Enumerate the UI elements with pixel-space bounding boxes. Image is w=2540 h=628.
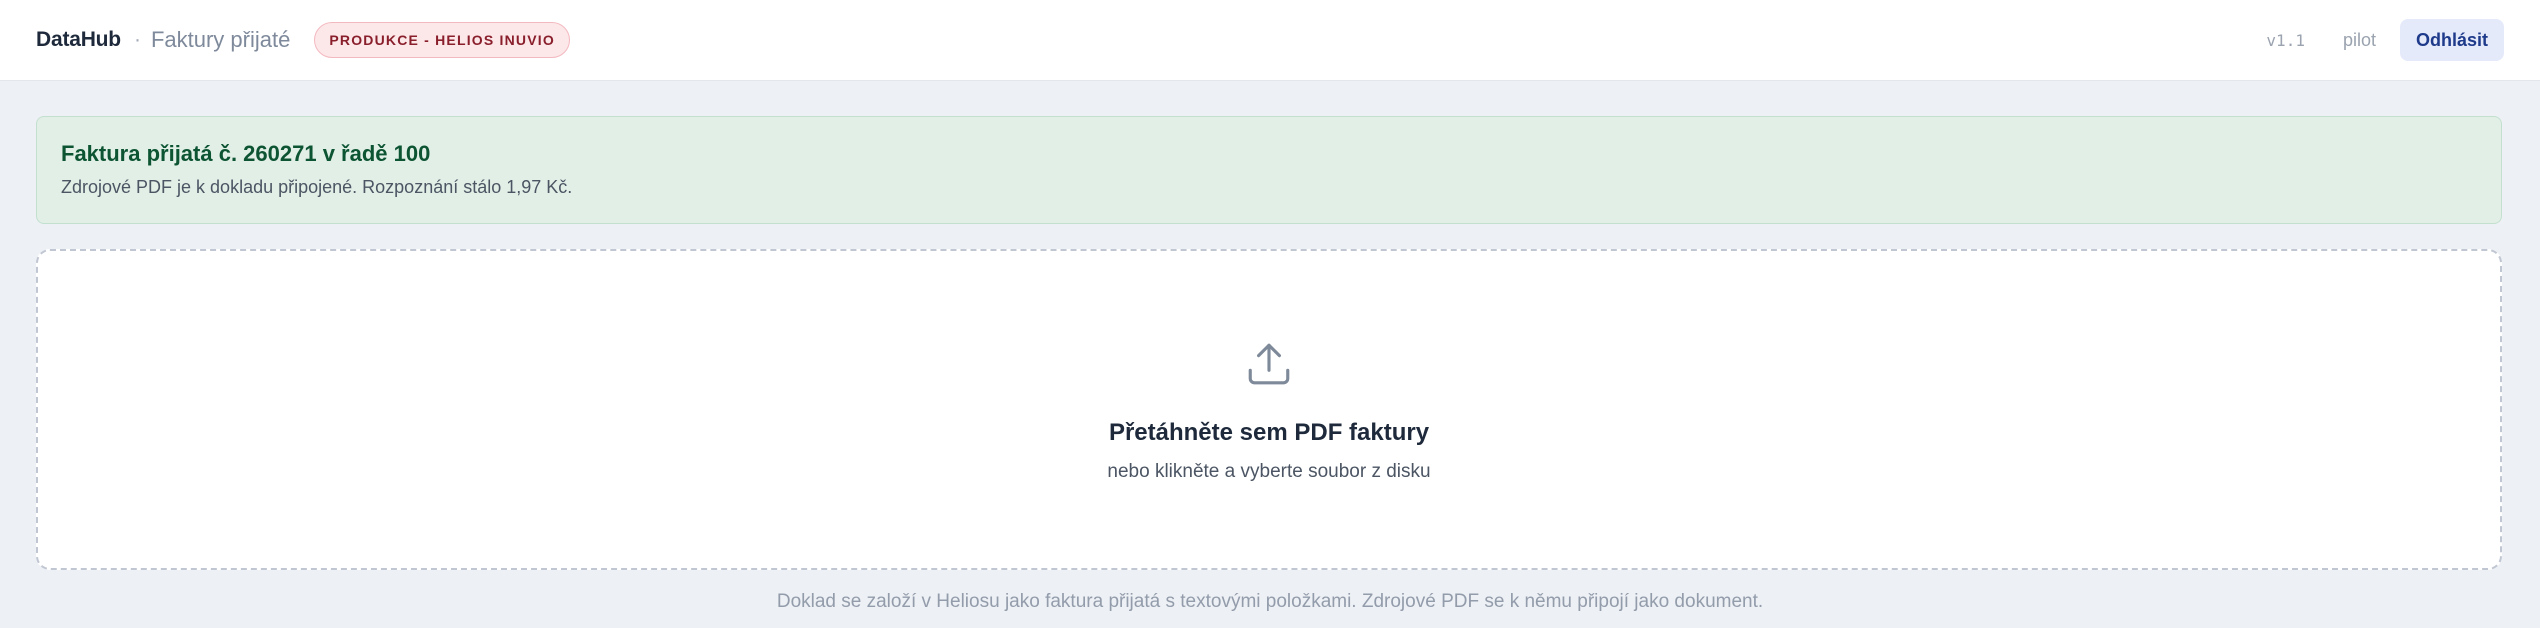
page-section-title: Faktury přijaté — [150, 27, 291, 52]
username-label: pilot — [2342, 29, 2376, 50]
app-brand[interactable]: DataHub — [36, 28, 121, 52]
top-bar: DataHub · Faktury přijaté PRODUKCE - HEL… — [0, 0, 2540, 81]
dropzone-subtitle: nebo klikněte a vyberte soubor z disku — [1107, 461, 1431, 482]
success-title: Faktura přijatá č. 260271 v řadě 100 — [61, 141, 431, 166]
version-label: v1.1 — [2266, 30, 2305, 50]
success-banner: Faktura přijatá č. 260271 v řadě 100 Zdr… — [36, 116, 2502, 224]
environment-badge: PRODUKCE - HELIOS INUVIO — [314, 22, 570, 58]
logout-button[interactable]: Odhlásit — [2399, 19, 2504, 61]
dropzone-title: Přetáhněte sem PDF faktury — [1108, 419, 1430, 446]
success-message: Zdrojové PDF je k dokladu připojené. Roz… — [61, 177, 573, 197]
breadcrumb-separator: · — [133, 28, 141, 51]
pdf-dropzone[interactable]: Přetáhněte sem PDF faktury nebo klikněte… — [36, 249, 2502, 570]
footer-note: Doklad se založí v Heliosu jako faktura … — [776, 591, 1764, 612]
upload-icon — [1248, 343, 1290, 385]
header-right-group: v1.1 pilot Odhlásit — [2266, 19, 2504, 61]
